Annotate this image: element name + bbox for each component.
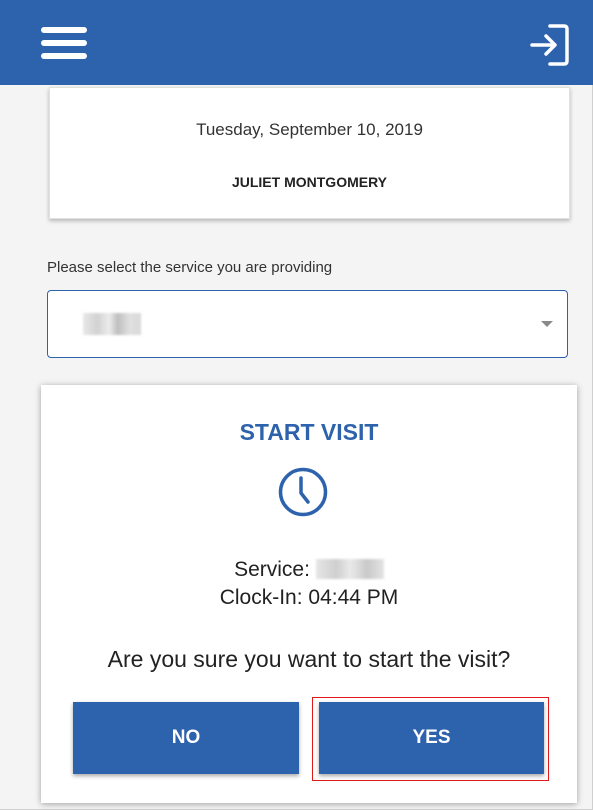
service-summary: Service: — [41, 558, 577, 582]
menu-icon-bar — [41, 27, 87, 33]
service-select-label: Please select the service you are provid… — [47, 259, 333, 276]
no-button[interactable]: NO — [73, 702, 299, 774]
visit-info-card: Tuesday, September 10, 2019 JULIET MONTG… — [49, 87, 570, 219]
menu-icon-bar — [41, 40, 87, 46]
service-select[interactable] — [47, 290, 568, 358]
app-header — [0, 0, 593, 85]
sign-out-icon — [530, 24, 569, 66]
logout-button[interactable] — [526, 20, 572, 70]
confirm-question: Are you sure you want to start the visit… — [107, 646, 511, 672]
clock-in-time: Clock-In: 04:44 PM — [219, 586, 399, 609]
visit-date: Tuesday, September 10, 2019 — [196, 120, 423, 139]
menu-icon-bar — [41, 53, 87, 59]
service-label: Service: — [234, 558, 310, 581]
service-value-redacted — [315, 559, 384, 579]
dialog-title: START VISIT — [239, 419, 379, 445]
chevron-down-icon — [541, 321, 553, 327]
clock-icon — [278, 467, 328, 517]
service-select-value-redacted — [83, 313, 141, 335]
client-name: JULIET MONTGOMERY — [231, 174, 388, 190]
start-visit-dialog: START VISIT Service: Clock-In: 04:44 PM … — [41, 385, 577, 803]
menu-button[interactable] — [41, 25, 89, 63]
yes-button[interactable]: YES — [319, 702, 544, 774]
